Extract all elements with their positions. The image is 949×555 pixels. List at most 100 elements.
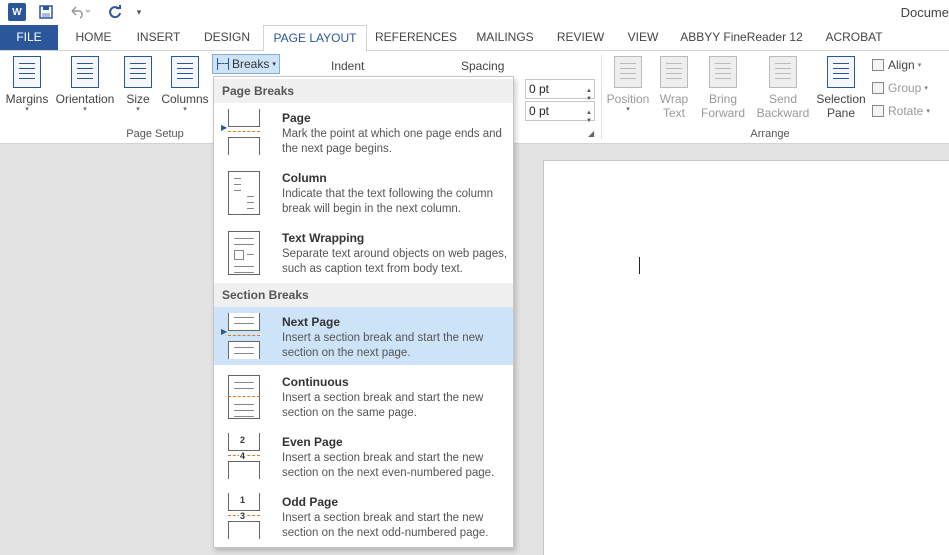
break-odd-page-item[interactable]: 1 3 Odd Page Insert a section break and … (214, 487, 513, 545)
break-next-page-item[interactable]: ▶ Next Page Insert a section break and s… (214, 307, 513, 365)
rotate-icon (872, 105, 884, 117)
chevron-down-icon: ▾ (183, 106, 187, 113)
tab-file[interactable]: FILE (0, 25, 58, 50)
break-column-desc: Indicate that the text following the col… (282, 188, 493, 215)
orientation-button[interactable]: Orientation ▾ (54, 56, 116, 114)
tab-review[interactable]: REVIEW (553, 25, 608, 50)
columns-label: Columns (161, 92, 209, 106)
chevron-down-icon: ▾ (272, 61, 276, 68)
section-breaks-header: Section Breaks (214, 283, 513, 307)
break-next-page-desc: Insert a section break and start the new… (282, 332, 484, 359)
send-backward-icon (769, 56, 797, 88)
tab-acrobat[interactable]: ACROBAT (820, 25, 888, 50)
send-backward-label-2: Backward (756, 106, 810, 120)
spacing-after-input[interactable]: 0 pt ▲ ▼ (525, 101, 595, 124)
bring-forward-button[interactable]: Bring Forward (695, 56, 751, 120)
break-next-page-title: Next Page (282, 315, 341, 329)
chevron-down-icon[interactable]: ▾ (134, 3, 144, 21)
tab-home[interactable]: HOME (66, 25, 121, 50)
break-continuous-title: Continuous (282, 375, 349, 389)
column-break-icon (228, 169, 260, 215)
tab-insert[interactable]: INSERT (131, 25, 186, 50)
selection-pane-button[interactable]: Selection Pane (815, 56, 867, 120)
tab-design[interactable]: DESIGN (198, 25, 256, 50)
wrap-text-icon (660, 56, 688, 88)
align-icon (872, 59, 884, 71)
break-continuous-desc: Insert a section break and start the new… (282, 392, 484, 419)
even-page-number-bottom: 4 (239, 451, 247, 461)
even-page-number-top: 2 (239, 435, 247, 445)
send-backward-button[interactable]: Send Backward (752, 56, 814, 120)
document-page[interactable] (543, 160, 949, 555)
align-button[interactable]: Align ▾ (872, 58, 921, 72)
rotate-label: Rotate (888, 104, 924, 118)
break-even-page-title: Even Page (282, 435, 343, 449)
page-break-icon (228, 109, 260, 155)
arrange-group-label: Arrange (750, 128, 790, 140)
selection-pane-label-1: Selection (816, 92, 866, 106)
size-icon (124, 56, 152, 88)
break-continuous-item[interactable]: Continuous Insert a section break and st… (214, 367, 513, 425)
breaks-button[interactable]: Breaks ▾ (212, 54, 280, 74)
group-button[interactable]: Group ▾ (872, 81, 928, 95)
tab-references[interactable]: REFERENCES (374, 25, 458, 50)
margins-label: Margins (5, 92, 49, 106)
wrap-text-label-2: Text (662, 106, 685, 120)
tab-view[interactable]: VIEW (620, 25, 666, 50)
bring-forward-label-2: Forward (700, 106, 745, 120)
paragraph-dialog-launcher-icon[interactable]: ◢ (588, 129, 594, 138)
tab-page-layout[interactable]: PAGE LAYOUT (263, 25, 367, 51)
margins-button[interactable]: Margins ▾ (5, 56, 49, 114)
chevron-down-icon: ▾ (25, 106, 29, 113)
breaks-label: Breaks (232, 57, 270, 71)
size-label: Size (126, 92, 150, 106)
break-text-wrapping-desc: Separate text around objects on web page… (282, 248, 508, 275)
spacing-label: Spacing (461, 59, 505, 73)
text-cursor (639, 257, 640, 274)
selection-pane-label-2: Pane (826, 106, 856, 120)
margins-icon (13, 56, 41, 88)
position-button[interactable]: Position ▾ (605, 56, 651, 114)
rotate-button[interactable]: Rotate ▾ (872, 104, 930, 118)
tab-mailings[interactable]: MAILINGS (470, 25, 540, 50)
break-even-page-desc: Insert a section break and start the new… (282, 452, 495, 479)
title-bar: W ▾ Docume (0, 0, 949, 25)
page-setup-group-label: Page Setup (126, 128, 184, 140)
breaks-icon (217, 58, 229, 70)
document-title: Docume (900, 5, 949, 20)
page-breaks-header: Page Breaks (214, 79, 513, 103)
breaks-dropdown: Page Breaks ▶ Page Mark the point at whi… (213, 76, 514, 548)
spacing-before-input[interactable]: 0 pt ▲ ▼ (525, 79, 595, 102)
chevron-down-icon[interactable]: ▼ (586, 112, 592, 130)
text-wrapping-break-icon (228, 229, 260, 275)
break-page-title: Page (282, 111, 311, 125)
group-label: Group (888, 81, 922, 95)
odd-page-break-icon: 1 3 (228, 493, 260, 539)
chevron-down-icon: ▾ (926, 108, 930, 115)
orientation-label: Orientation (55, 92, 115, 106)
break-text-wrapping-item[interactable]: Text Wrapping Separate text around objec… (214, 223, 513, 281)
wrap-text-label-1: Wrap (659, 92, 689, 106)
word-icon[interactable]: W (8, 3, 26, 21)
columns-button[interactable]: Columns ▾ (160, 56, 210, 114)
bring-forward-icon (709, 56, 737, 88)
tab-abbyy-finereader[interactable]: ABBYY FineReader 12 (679, 25, 804, 50)
bring-forward-label-1: Bring (708, 92, 737, 106)
chevron-down-icon: ▾ (626, 106, 630, 113)
position-label: Position (606, 92, 650, 106)
redo-icon[interactable] (106, 3, 124, 21)
columns-icon (171, 56, 199, 88)
size-button[interactable]: Size ▾ (122, 56, 154, 114)
break-column-item[interactable]: Column Indicate that the text following … (214, 163, 513, 221)
group-separator (601, 55, 602, 139)
save-icon[interactable] (38, 3, 54, 21)
next-page-break-icon (228, 313, 260, 359)
break-column-title: Column (282, 171, 327, 185)
break-page-desc: Mark the point at which one page ends an… (282, 128, 502, 155)
continuous-break-icon (228, 373, 260, 419)
break-page-item[interactable]: ▶ Page Mark the point at which one page … (214, 103, 513, 161)
undo-icon[interactable] (66, 3, 94, 21)
wrap-text-button[interactable]: Wrap Text (654, 56, 694, 120)
group-icon (872, 82, 884, 94)
break-even-page-item[interactable]: 2 4 Even Page Insert a section break and… (214, 427, 513, 485)
